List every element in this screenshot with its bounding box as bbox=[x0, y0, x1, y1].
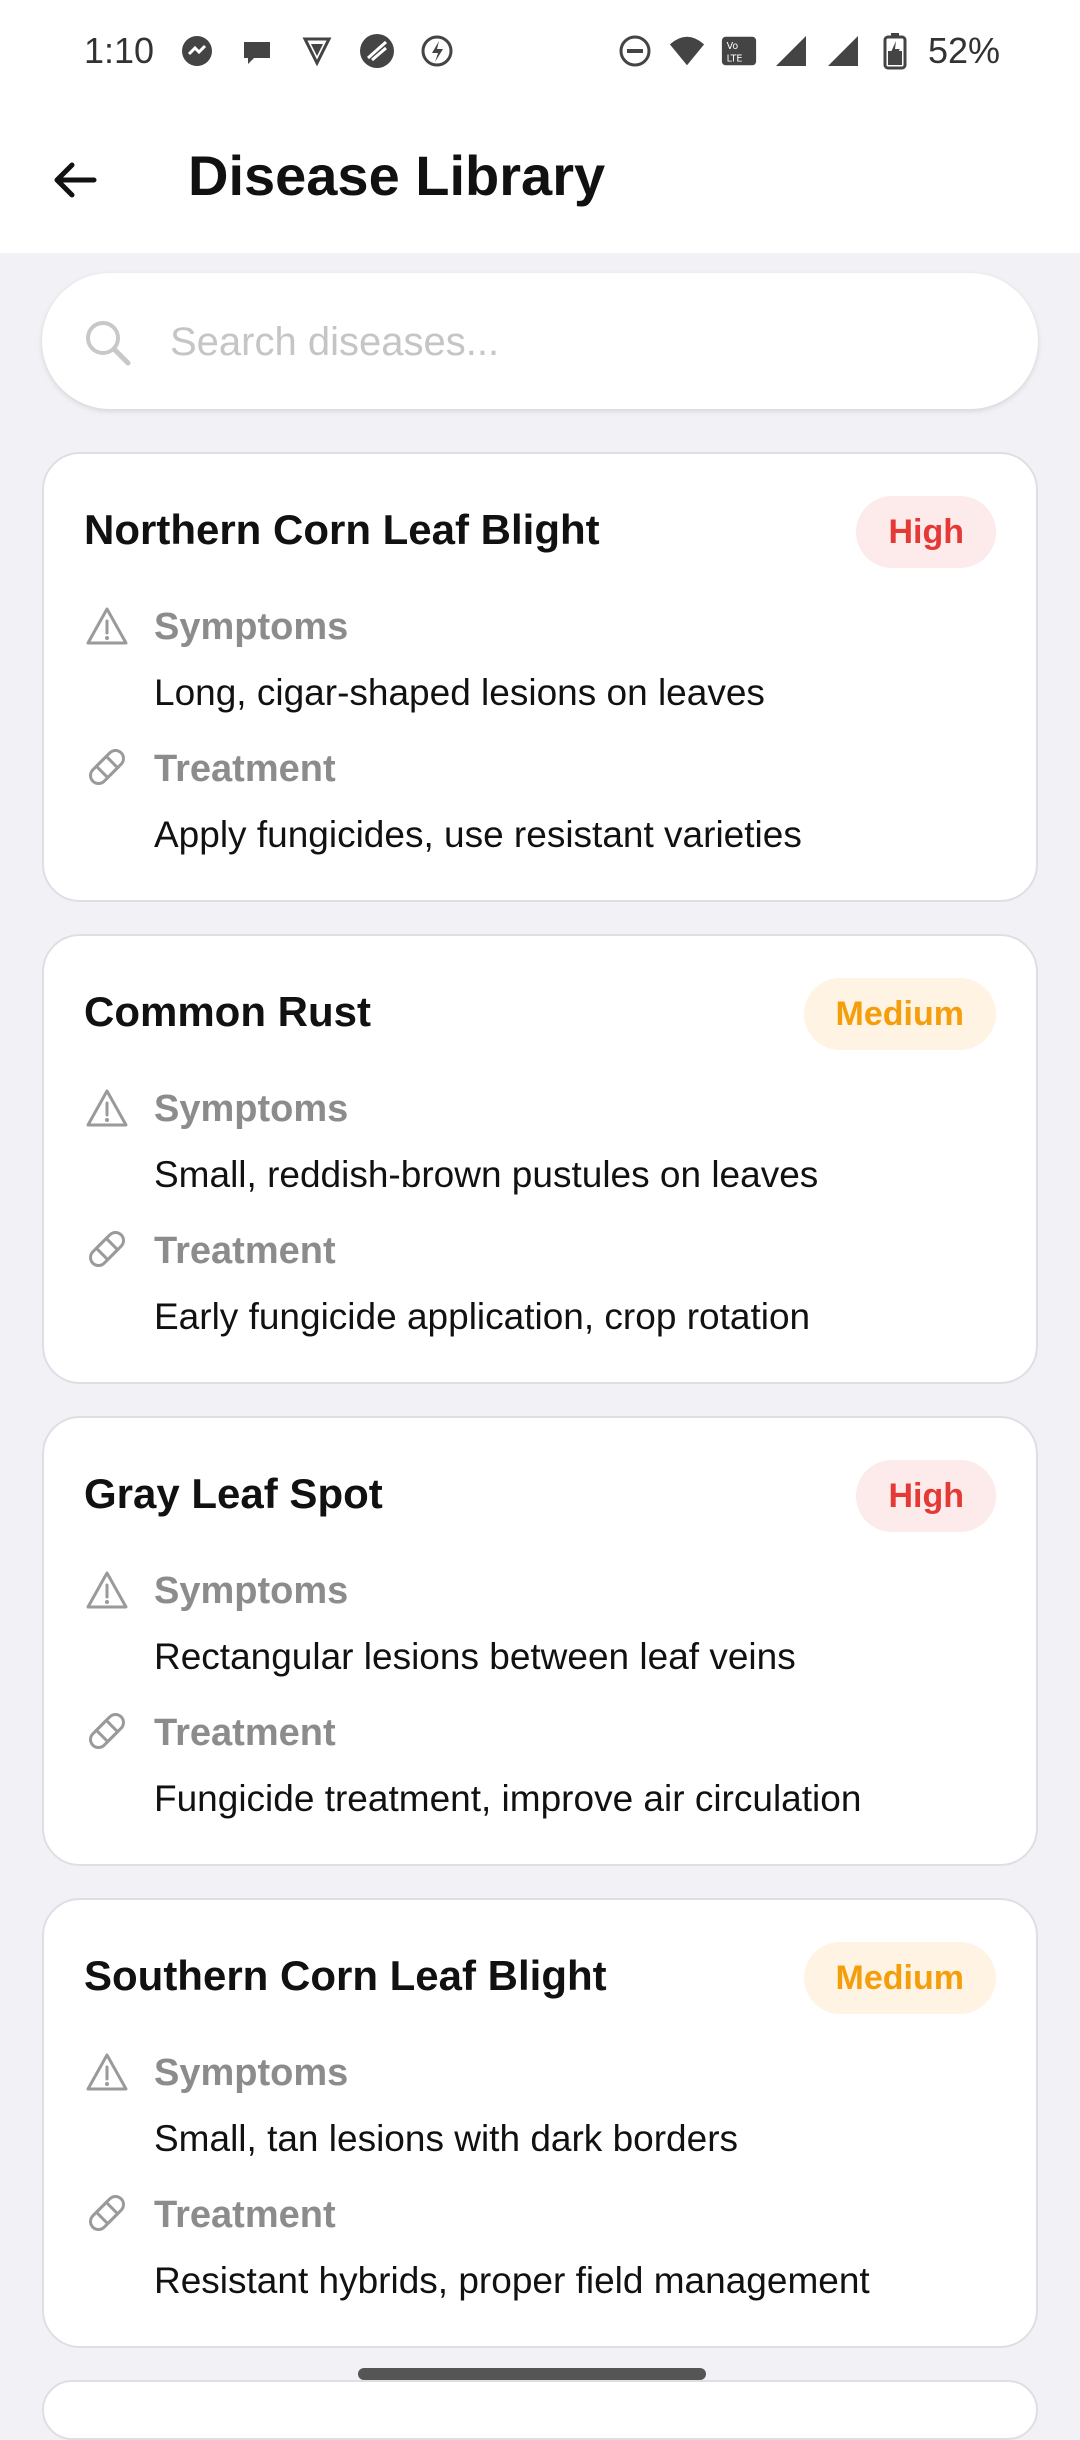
symptoms-label: Symptoms bbox=[154, 606, 349, 648]
svg-text:LTE: LTE bbox=[727, 53, 743, 64]
bandage-icon bbox=[89, 749, 125, 785]
search-bar[interactable] bbox=[42, 273, 1038, 411]
severity-badge: High bbox=[856, 1460, 996, 1532]
warning-icon bbox=[86, 1571, 128, 1609]
back-button[interactable] bbox=[40, 145, 110, 215]
treatment-label: Treatment bbox=[154, 1230, 336, 1272]
bolt-icon bbox=[418, 32, 456, 70]
disease-name: Common Rust bbox=[84, 988, 371, 1035]
disease-card-partial[interactable] bbox=[42, 2380, 1038, 2440]
disease-card[interactable]: Gray Leaf Spot High Symptoms Rectangular… bbox=[42, 1416, 1038, 1866]
status-time: 1:10 bbox=[84, 30, 155, 71]
treatment-text: Apply fungicides, use resistant varietie… bbox=[154, 814, 802, 855]
system-status-icons: Vo LTE 52% bbox=[616, 30, 1000, 72]
bandage-icon bbox=[89, 2195, 125, 2231]
chat-bubble-icon bbox=[238, 32, 276, 70]
bandage-icon bbox=[89, 1713, 125, 1749]
disease-name: Northern Corn Leaf Blight bbox=[84, 506, 600, 553]
volte-icon: Vo LTE bbox=[720, 32, 758, 70]
messenger-icon bbox=[178, 32, 216, 70]
warning-icon bbox=[86, 607, 128, 645]
severity-badge: Medium bbox=[803, 1942, 996, 2014]
status-bar: 1:10 Vo LTE 52% bbox=[0, 0, 1080, 105]
treatment-label: Treatment bbox=[154, 2194, 336, 2236]
page-title: Disease Library bbox=[188, 144, 606, 207]
treatment-label: Treatment bbox=[154, 1712, 336, 1754]
search-icon bbox=[86, 321, 131, 366]
do-not-disturb-icon bbox=[616, 32, 654, 70]
battery-icon bbox=[876, 32, 914, 70]
signal-icon bbox=[824, 32, 862, 70]
symptoms-text: Long, cigar-shaped lesions on leaves bbox=[154, 672, 765, 713]
arrow-left-icon bbox=[54, 162, 97, 198]
symptoms-text: Small, tan lesions with dark borders bbox=[154, 2118, 739, 2159]
shield-icon bbox=[298, 32, 336, 70]
home-indicator[interactable] bbox=[358, 2368, 706, 2380]
battery-percent: 52% bbox=[927, 30, 1000, 71]
app-bar: Disease Library bbox=[0, 105, 1080, 253]
wifi-icon bbox=[668, 32, 706, 70]
svg-text:Vo: Vo bbox=[727, 41, 739, 52]
treatment-text: Fungicide treatment, improve air circula… bbox=[154, 1778, 862, 1819]
symptoms-label: Symptoms bbox=[154, 1570, 349, 1612]
disease-card[interactable]: Common Rust Medium Symptoms Small, reddi… bbox=[42, 934, 1038, 1384]
disease-card[interactable]: Northern Corn Leaf Blight High Symptoms … bbox=[42, 452, 1038, 902]
symptoms-text: Small, reddish-brown pustules on leaves bbox=[154, 1154, 819, 1195]
treatment-text: Resistant hybrids, proper field manageme… bbox=[154, 2260, 870, 2301]
treatment-text: Early fungicide application, crop rotati… bbox=[154, 1296, 811, 1337]
symptoms-label: Symptoms bbox=[154, 1088, 349, 1130]
disease-list: Northern Corn Leaf Blight High Symptoms … bbox=[42, 452, 1038, 2380]
app-icon bbox=[358, 32, 396, 70]
symptoms-label: Symptoms bbox=[154, 2052, 349, 2094]
severity-badge: High bbox=[856, 496, 996, 568]
search-input[interactable] bbox=[168, 273, 992, 411]
severity-badge: Medium bbox=[803, 978, 996, 1050]
warning-icon bbox=[86, 1089, 128, 1127]
bandage-icon bbox=[89, 1231, 125, 1267]
disease-card[interactable]: Southern Corn Leaf Blight Medium Symptom… bbox=[42, 1898, 1038, 2348]
warning-icon bbox=[86, 2053, 128, 2091]
signal-icon bbox=[772, 32, 810, 70]
notification-icons bbox=[178, 32, 456, 70]
treatment-label: Treatment bbox=[154, 748, 336, 790]
symptoms-text: Rectangular lesions between leaf veins bbox=[154, 1636, 796, 1677]
disease-name: Southern Corn Leaf Blight bbox=[84, 1952, 607, 1999]
disease-name: Gray Leaf Spot bbox=[84, 1470, 383, 1517]
